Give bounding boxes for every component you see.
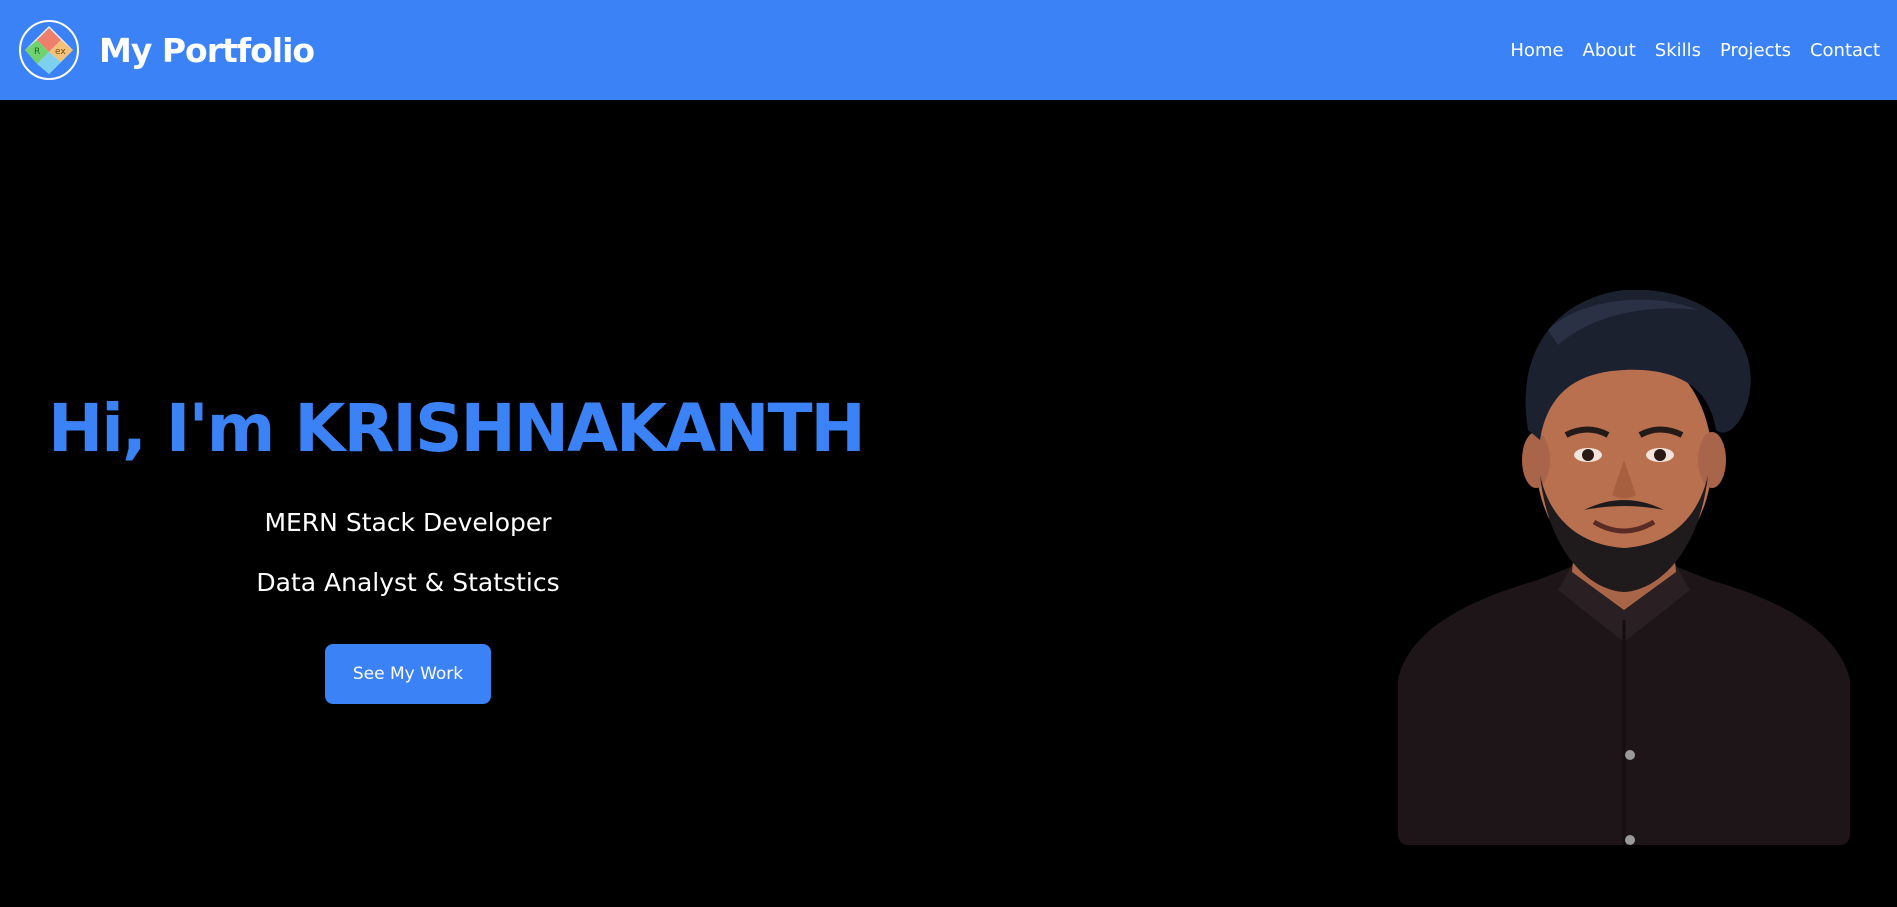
hero-intro: Hi, I'm KRISHNAKANTH MERN Stack Develope… [0, 100, 866, 907]
role-mern: MERN Stack Developer [264, 508, 552, 537]
nav-about[interactable]: About [1583, 40, 1636, 61]
nav-contact[interactable]: Contact [1810, 40, 1880, 61]
profile-photo [1398, 290, 1850, 845]
brand-title: My Portfolio [99, 30, 315, 70]
brand[interactable]: R ex My Portfolio [19, 20, 315, 80]
navbar: R ex My Portfolio Home About Skills Proj… [0, 0, 1897, 100]
logo-icon: R ex [19, 20, 79, 80]
nav-home[interactable]: Home [1510, 40, 1563, 61]
hero-title: Hi, I'm KRISHNAKANTH [48, 390, 866, 467]
nav-projects[interactable]: Projects [1720, 40, 1791, 61]
nav-links: Home About Skills Projects Contact [1491, 0, 1880, 100]
see-my-work-button[interactable]: See My Work [325, 644, 491, 704]
nav-skills[interactable]: Skills [1655, 40, 1701, 61]
logo-letter-ex: ex [55, 47, 66, 57]
logo-letter-r: R [34, 47, 40, 57]
role-data-analyst: Data Analyst & Statstics [256, 568, 560, 597]
